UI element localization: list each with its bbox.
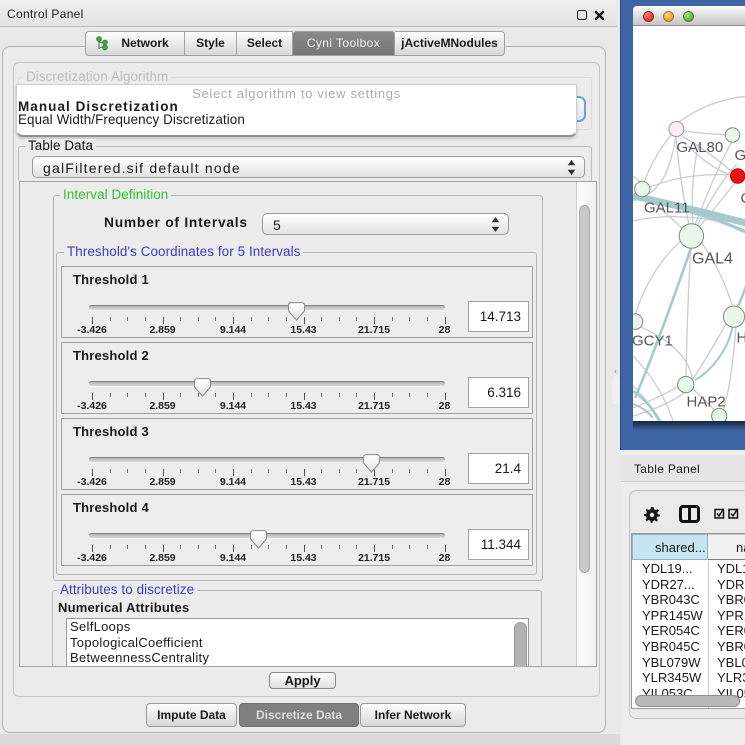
svg-text:GCY1: GCY1 [633,333,673,350]
svg-text:GAL80: GAL80 [677,139,724,156]
svg-text:HIS: HIS [737,330,745,347]
svg-text:GAL: GAL [735,147,745,164]
svg-text:GAL11: GAL11 [644,200,690,217]
svg-text:GAL4: GAL4 [692,251,733,268]
svg-text:HAP2: HAP2 [687,394,726,411]
svg-text:CY: CY [741,190,745,207]
